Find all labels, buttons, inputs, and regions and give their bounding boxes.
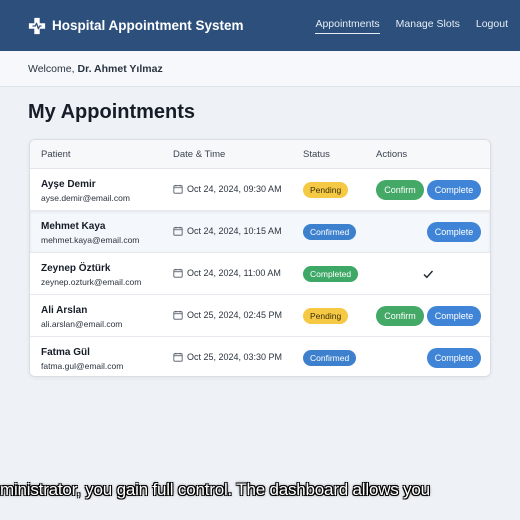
patient-name: Ayşe Demir	[41, 179, 96, 190]
appointments-table: Patient Date & Time Status Actions Ayşe …	[29, 139, 491, 377]
table-header: Patient Date & Time Status Actions	[30, 140, 490, 169]
header-patient: Patient	[41, 148, 71, 160]
datetime-text: Oct 24, 2024, 09:30 AM	[187, 184, 282, 194]
patient-email: fatma.gul@email.com	[41, 361, 124, 371]
datetime-text: Oct 24, 2024, 10:15 AM	[187, 226, 282, 236]
table-row: Mehmet Kaya mehmet.kaya@email.com Oct 24…	[30, 211, 490, 253]
table-row: Zeynep Öztürk zeynep.ozturk@email.com Oc…	[30, 253, 490, 295]
check-icon	[423, 270, 434, 279]
welcome-bar: Welcome, Dr. Ahmet Yılmaz	[0, 51, 520, 87]
status-badge: Confirmed	[303, 350, 357, 366]
appointment-datetime: Oct 25, 2024, 02:45 PM	[173, 310, 282, 320]
appointment-datetime: Oct 24, 2024, 11:00 AM	[173, 268, 281, 278]
header-datetime: Date & Time	[173, 148, 226, 160]
status-badge: Confirmed	[303, 224, 357, 240]
welcome-user-name: Dr. Ahmet Yılmaz	[77, 62, 163, 75]
calendar-icon	[173, 310, 183, 320]
status-badge: Pending	[303, 308, 349, 324]
appointment-datetime: Oct 24, 2024, 09:30 AM	[173, 184, 282, 194]
top-navbar: Hospital Appointment System Appointments…	[0, 0, 520, 51]
main-nav: Appointments Manage Slots Logout	[299, 18, 508, 34]
medical-cross-icon	[28, 17, 46, 34]
confirm-button[interactable]: Confirm	[376, 180, 424, 200]
datetime-text: Oct 24, 2024, 11:00 AM	[187, 268, 281, 278]
complete-button[interactable]: Complete	[427, 306, 481, 326]
header-status: Status	[303, 148, 330, 160]
table-row: Ayşe Demir ayse.demir@email.com Oct 24, …	[30, 169, 490, 211]
nav-logout[interactable]: Logout	[476, 18, 508, 34]
nav-manage-slots[interactable]: Manage Slots	[396, 18, 460, 34]
table-row: Ali Arslan ali.arslan@email.com Oct 25, …	[30, 295, 490, 337]
patient-name: Zeynep Öztürk	[41, 263, 111, 274]
video-caption: ministrator, you gain full control. The …	[0, 480, 430, 499]
app-title: Hospital Appointment System	[52, 18, 244, 33]
patient-email: mehmet.kaya@email.com	[41, 235, 140, 245]
complete-button[interactable]: Complete	[427, 222, 481, 242]
confirm-button[interactable]: Confirm	[376, 306, 424, 326]
appointment-datetime: Oct 24, 2024, 10:15 AM	[173, 226, 282, 236]
complete-button[interactable]: Complete	[427, 348, 481, 368]
status-badge: Pending	[303, 182, 349, 198]
status-badge: Completed	[303, 266, 359, 282]
patient-name: Ali Arslan	[41, 305, 88, 316]
patient-name: Fatma Gül	[41, 347, 90, 358]
patient-email: zeynep.ozturk@email.com	[41, 277, 142, 287]
app-logo[interactable]: Hospital Appointment System	[28, 17, 244, 35]
table-row: Fatma Gül fatma.gul@email.com Oct 25, 20…	[30, 337, 490, 376]
datetime-text: Oct 25, 2024, 02:45 PM	[187, 310, 283, 320]
appointment-datetime: Oct 25, 2024, 03:30 PM	[173, 352, 282, 362]
nav-appointments[interactable]: Appointments	[315, 18, 380, 34]
patient-email: ali.arslan@email.com	[41, 319, 123, 329]
complete-button[interactable]: Complete	[427, 180, 481, 200]
page-title: My Appointments	[28, 101, 196, 123]
calendar-icon	[173, 352, 183, 362]
header-actions: Actions	[376, 148, 408, 160]
calendar-icon	[173, 226, 183, 236]
patient-name: Mehmet Kaya	[41, 221, 106, 232]
calendar-icon	[173, 268, 183, 278]
calendar-icon	[173, 184, 183, 194]
datetime-text: Oct 25, 2024, 03:30 PM	[187, 352, 283, 362]
patient-email: ayse.demir@email.com	[41, 193, 130, 203]
welcome-prefix: Welcome,	[28, 62, 75, 75]
